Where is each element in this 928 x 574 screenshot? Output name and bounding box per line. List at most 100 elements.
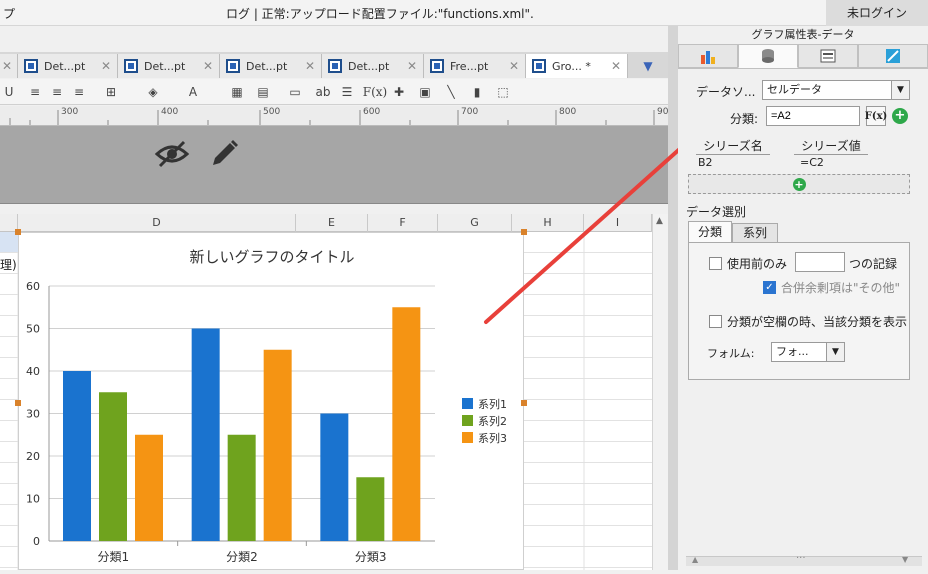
record-count-input[interactable] [795,252,845,272]
bar-2-2 [227,434,256,541]
bar-2-3 [356,477,385,541]
subtab-category[interactable]: 分類 [688,221,732,243]
add-series-button[interactable]: + [688,174,910,194]
close-icon[interactable]: ✕ [2,59,14,73]
column-header-g[interactable]: G [438,214,512,232]
align-right-icon[interactable]: ≡ [70,83,88,101]
column-header-e[interactable]: E [296,214,368,232]
edit-pencil-icon[interactable] [208,138,240,170]
tab-style[interactable] [798,44,858,68]
y-tick-label: 50 [26,323,40,336]
chevron-down-icon[interactable]: ▼ [826,343,844,361]
column-header-d[interactable]: D [18,214,296,232]
doc-tab-3[interactable]: Det...pt ✕ [220,54,322,78]
doc-tab-4[interactable]: Det...pt ✕ [322,54,424,78]
chart-area[interactable]: 新しいグラフのタイトル 0 10 20 30 40 50 60 分類1 分類2 分類3 系列1 系列2 系… [18,232,524,570]
selected-cell[interactable] [0,232,18,252]
resize-handle[interactable] [15,229,21,235]
tab-list-icon[interactable]: ▼ [628,54,668,78]
column-header-f[interactable]: F [368,214,438,232]
close-icon[interactable]: ✕ [101,59,113,73]
panel-bottom-scroll[interactable]: ▲ ··· ▼ [686,553,922,566]
fill-color-icon[interactable]: ◈ [144,83,162,101]
y-tick-label: 20 [26,450,40,463]
formula-button[interactable]: F(x) [865,106,887,126]
bar-2-1 [99,392,127,541]
title-bar: プ ログ | 正常:アップロード配置ファイル:"functions.xml". … [0,0,928,26]
insert-text-icon[interactable]: ab [312,83,334,101]
insert-shape-icon[interactable]: ▮ [468,83,486,101]
add-category-icon[interactable]: + [892,108,908,124]
tab-effects[interactable] [858,44,928,68]
formula-select[interactable]: フォ... ▼ [771,342,845,362]
chart-type-icon [701,51,715,64]
font-color-icon[interactable]: A [184,83,202,101]
ruler-label: 300 [61,107,79,117]
report-file-icon [226,59,240,73]
close-icon[interactable]: ✕ [509,59,521,73]
login-button[interactable]: 未ログイン [826,0,928,26]
property-panel: グラフ属性表-データ データソ... セルデータ ▼ 分類: F(x) + シリ… [678,26,928,570]
report-file-icon [124,59,138,73]
insert-line-icon[interactable]: ╲ [442,83,460,101]
series-value-cell[interactable]: =C2 [800,156,824,169]
insert-bar-icon[interactable]: ▭ [286,83,304,101]
tab-data[interactable] [738,44,798,68]
resize-handle[interactable] [521,229,527,235]
close-icon[interactable]: ✕ [203,59,215,73]
merge-remaining-checkbox[interactable]: ✓ [763,281,776,294]
resize-handle[interactable] [15,400,21,406]
align-center-icon[interactable]: ≡ [48,83,66,101]
align-left-icon[interactable]: ≡ [26,83,44,101]
formula-label: フォルム: [707,347,755,360]
category-label: 分類: [730,112,759,126]
use-first-checkbox[interactable] [709,257,722,270]
datasource-value: セルデータ [767,83,822,96]
tab-divider [678,68,928,69]
vertical-scrollbar[interactable]: ▲ [652,214,668,570]
panel-splitter[interactable] [668,26,678,570]
insert-image-icon[interactable]: ▣ [416,83,434,101]
report-file-icon [24,59,38,73]
legend-swatch [462,432,473,443]
doc-tab-label: Fre...pt [450,59,489,73]
close-icon[interactable]: ✕ [407,59,419,73]
doc-tab-2[interactable]: Det...pt ✕ [118,54,220,78]
hide-icon[interactable] [154,138,190,170]
tab-chart-type[interactable] [678,44,738,68]
close-icon[interactable]: ✕ [305,59,317,73]
split-cells-icon[interactable]: ▤ [254,83,272,101]
scroll-up-icon[interactable]: ▲ [692,555,698,564]
column-header-i[interactable]: I [584,214,652,232]
formula-icon[interactable]: F(x) [363,83,387,101]
report-file-icon [532,59,546,73]
datasource-select[interactable]: セルデータ ▼ [762,80,910,100]
report-file-icon [430,59,444,73]
doc-tab-5[interactable]: Fre...pt ✕ [424,54,526,78]
y-tick-label: 60 [26,280,40,293]
close-icon[interactable]: ✕ [611,59,623,73]
category-input[interactable] [766,106,860,126]
title-left-text: プ [3,7,16,21]
chevron-down-icon[interactable]: ▼ [891,81,909,99]
series-name-cell[interactable]: B2 [698,156,713,169]
plugin-icon[interactable]: ✚ [390,83,408,101]
scroll-down-icon[interactable]: ▼ [902,555,908,564]
underline-icon[interactable]: U [0,83,18,101]
x-tick-label: 分類1 [98,550,130,564]
x-tick-label: 分類2 [226,550,258,564]
border-icon[interactable]: ⊞ [102,83,120,101]
resize-handle[interactable] [521,400,527,406]
show-empty-category-checkbox[interactable] [709,315,722,328]
more-tools-icon[interactable]: ⬚ [494,83,512,101]
report-file-icon [328,59,342,73]
scroll-grip-icon[interactable]: ··· [796,553,806,564]
doc-tab-label: Det...pt [348,59,390,73]
scroll-up-icon[interactable]: ▲ [656,216,663,226]
insert-paragraph-icon[interactable]: ☰ [338,83,356,101]
doc-tab-6[interactable]: Gro... * ✕ [526,54,628,78]
merge-cells-icon[interactable]: ▦ [228,83,246,101]
subtab-series[interactable]: 系列 [732,223,778,243]
doc-tab-1[interactable]: Det...pt ✕ [18,54,118,78]
tab-scroll-left[interactable]: ✕ [0,54,18,78]
